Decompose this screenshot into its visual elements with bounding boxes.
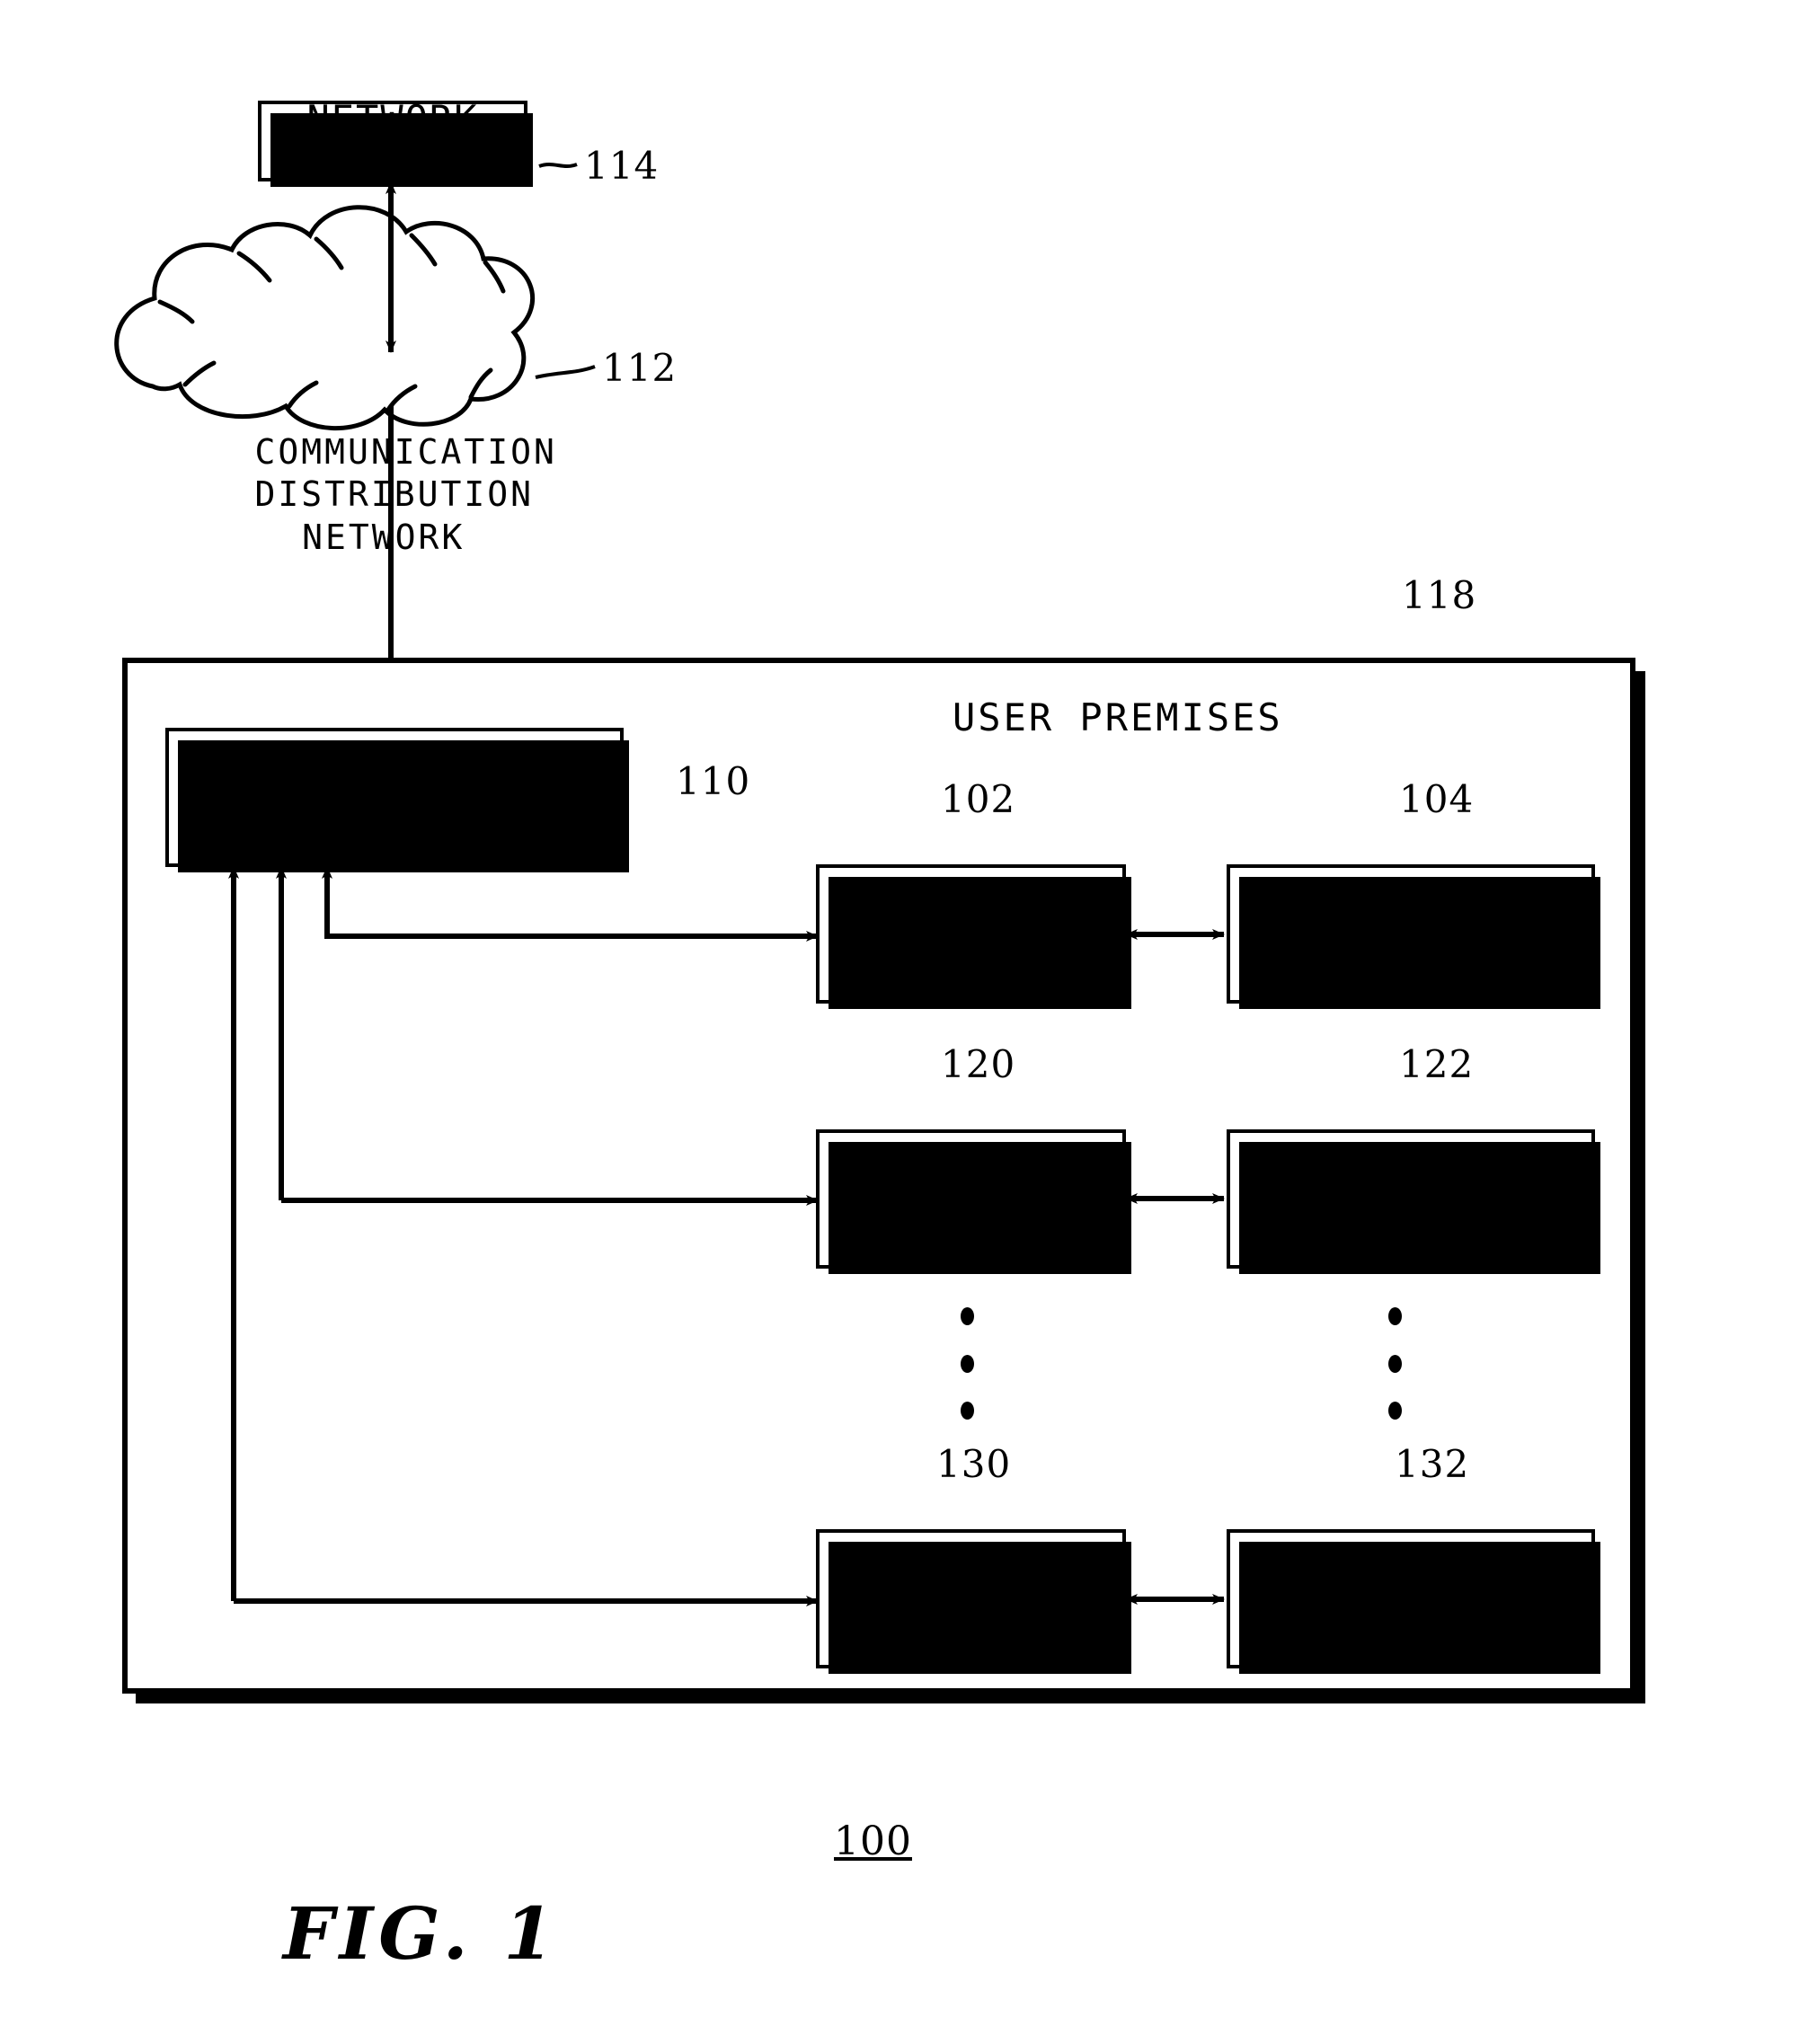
user-device-interface-box-132[interactable]: USER DEVICE INTERFACE N [1227,1529,1600,1674]
user-premises-title: USER PREMISES [953,695,1283,739]
network-headend-line-1: NETWORK [306,97,479,142]
user-device-interface-104-line-2: INTERFACE [1300,933,1521,978]
cloud-line-3: NETWORK [302,517,465,557]
ref-number-104: 104 [1399,777,1475,821]
network-headend-line-2: HEADEND [306,140,479,184]
figure-caption: FIG. 1 [283,1891,560,1976]
diagram-connector-layer [114,163,1645,1703]
cloud-line-1: COMMUNICATION [254,431,557,472]
user-device-130-line-2: DEVICE N [873,1597,1069,1642]
user-device-interface-box-104[interactable]: USER DEVICE INTERFACE [1227,864,1600,1009]
user-device-102-line-2: DEVICE [897,933,1045,978]
user-device-box-102[interactable]: USER DEVICE [816,864,1131,1009]
network-headend-box[interactable]: NETWORK HEADEND [258,97,533,187]
figure-reference-number: 100 [834,1818,912,1864]
patent-figure-1: NETWORK HEADEND 114 COMMUNICATION DISTRI… [0,0,1799,2044]
ref-number-120: 120 [941,1042,1016,1086]
user-device-interface-132-line-2: INTERFACE N [1275,1597,1546,1642]
user-device-box-120[interactable]: USER DEVICE [816,1129,1131,1274]
vertical-ellipsis-devices [958,1307,976,1420]
user-device-interface-132-line-1: USER DEVICE [1275,1554,1546,1599]
ref-number-102: 102 [941,777,1016,821]
ref-number-118: 118 [1402,573,1477,617]
ref-number-110: 110 [676,759,751,803]
user-device-interface-104-line-1: USER DEVICE [1275,889,1546,934]
user-device-102-line-1: USER [921,889,1021,934]
cloud-line-2: DISTRIBUTION [254,474,535,514]
ref-number-132: 132 [1395,1442,1470,1486]
user-device-box-130[interactable]: USER DEVICE N [816,1529,1131,1674]
remove-access-device-box[interactable]: REMOVE ACCESS DEVICE [165,728,629,872]
user-device-120-line-1: USER [921,1155,1021,1199]
remove-access-device-line-2: ACCESS DEVICE [235,796,554,841]
cloud-label: COMMUNICATION DISTRIBUTION NETWORK [162,388,554,602]
remove-access-device-line-1: REMOVE [321,753,468,798]
ref-number-112: 112 [602,346,678,390]
user-device-130-line-1: USER [921,1554,1021,1599]
user-device-interface-122-line-2: INTERFACE [1300,1198,1521,1243]
leader-114 [538,163,578,168]
leader-112 [535,365,596,379]
vertical-ellipsis-interfaces [1386,1307,1404,1420]
ref-number-130: 130 [936,1442,1012,1486]
user-device-120-line-2: DEVICE [897,1198,1045,1243]
user-device-interface-122-line-1: USER DEVICE [1275,1155,1546,1199]
ref-number-114: 114 [584,144,660,188]
user-device-interface-box-122[interactable]: USER DEVICE INTERFACE [1227,1129,1600,1274]
ref-number-122: 122 [1399,1042,1475,1086]
